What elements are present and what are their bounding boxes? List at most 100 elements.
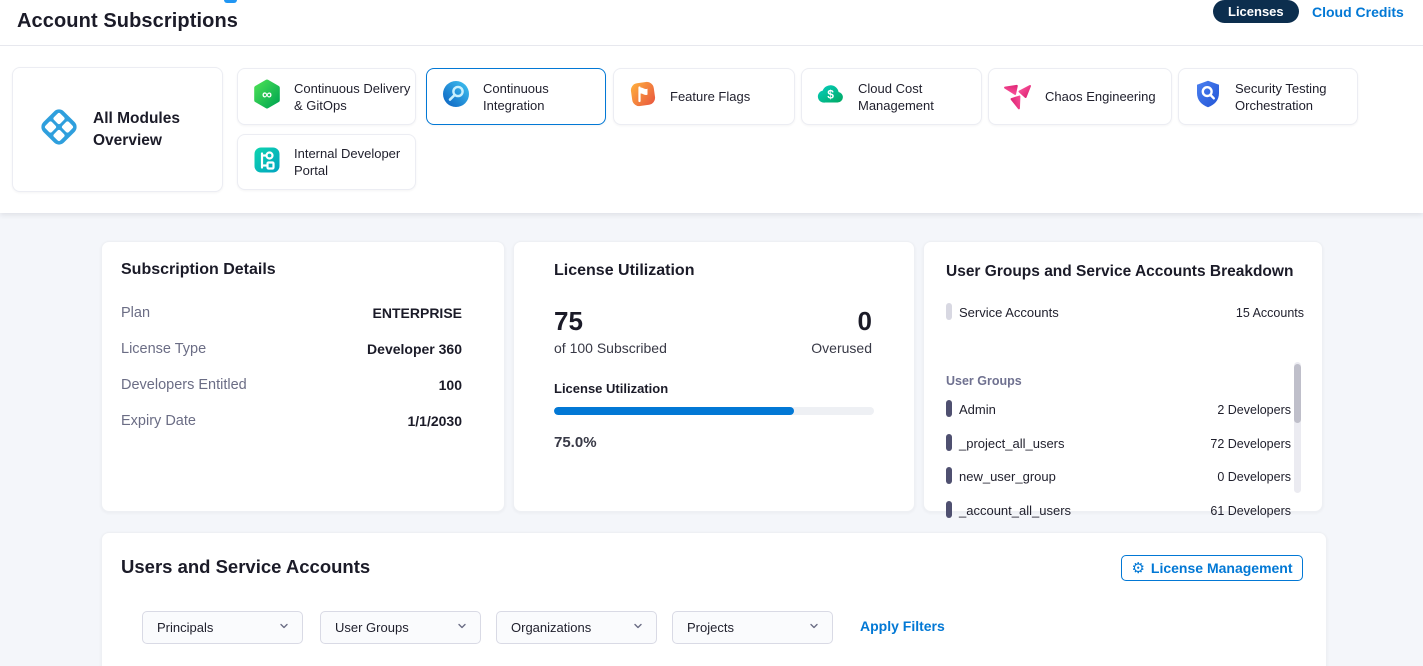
license-utilization-title: License Utilization	[554, 262, 694, 280]
utilization-progress-fill	[554, 407, 794, 415]
row-label: _account_all_users	[959, 503, 1071, 518]
module-card-internal-developer-portal[interactable]: Internal Developer Portal	[237, 134, 416, 190]
user-group-marker	[946, 400, 952, 417]
used-caption: of 100 Subscribed	[554, 340, 667, 356]
user-group-marker	[946, 501, 952, 518]
all-modules-overview-card[interactable]: All Modules Overview	[12, 67, 223, 192]
cloud-credits-link[interactable]: Cloud Credits	[1312, 4, 1404, 20]
service-accounts-row: Service Accounts 15 Accounts	[946, 303, 1306, 321]
module-card-continuous-integration[interactable]: Continuous Integration	[426, 68, 606, 125]
license-management-button[interactable]: ⚙ License Management	[1121, 555, 1303, 581]
licenses-tab-button[interactable]: Licenses	[1213, 0, 1299, 23]
clipped-nav-indicator	[224, 0, 237, 3]
internal-developer-portal-icon	[251, 144, 283, 181]
apply-filters-link[interactable]: Apply Filters	[860, 618, 945, 634]
row-value: ENTERPRISE	[373, 305, 462, 321]
gear-icon: ⚙	[1131, 561, 1144, 576]
row-label: Developers Entitled	[121, 377, 247, 393]
user-groups-dropdown[interactable]: User Groups	[320, 611, 481, 644]
module-card-cloud-cost[interactable]: $ Cloud Cost Management	[801, 68, 982, 125]
module-label: Continuous Delivery & GitOps	[294, 80, 412, 114]
overused-caption: Overused	[811, 340, 872, 356]
utilization-percent: 75.0%	[554, 434, 597, 451]
subscription-row-developers-entitled: Developers Entitled 100	[121, 377, 462, 395]
all-modules-overview-label: All Modules Overview	[93, 108, 193, 152]
principals-dropdown[interactable]: Principals	[142, 611, 303, 644]
row-value: 72 Developers	[1210, 437, 1291, 451]
page-title: Account Subscriptions	[17, 10, 238, 33]
chevron-down-icon	[278, 619, 290, 637]
user-group-marker	[946, 467, 952, 484]
chevron-down-icon	[456, 619, 468, 637]
security-testing-icon	[1192, 78, 1224, 115]
license-management-label: License Management	[1151, 560, 1293, 576]
license-utilization-card: License Utilization 75 of 100 Subscribed…	[513, 241, 915, 512]
feature-flags-icon	[627, 78, 659, 115]
page-header: Account Subscriptions Licenses Cloud Cre…	[0, 0, 1423, 46]
module-card-security-testing[interactable]: Security Testing Orchestration	[1178, 68, 1358, 125]
cd-gitops-icon: ∞	[251, 78, 283, 115]
user-groups-heading: User Groups	[946, 374, 1022, 388]
utilization-progress-bar	[554, 407, 874, 415]
module-label: Cloud Cost Management	[858, 80, 976, 114]
chevron-down-icon	[632, 619, 644, 637]
subscription-row-license-type: License Type Developer 360	[121, 341, 462, 359]
subscription-details-card: Subscription Details Plan ENTERPRISE Lic…	[101, 241, 505, 512]
row-label: Plan	[121, 305, 150, 321]
chaos-engineering-icon	[1002, 78, 1034, 115]
row-label: License Type	[121, 341, 206, 357]
organizations-dropdown[interactable]: Organizations	[496, 611, 657, 644]
scrollbar-thumb[interactable]	[1294, 364, 1301, 423]
module-label: Security Testing Orchestration	[1235, 80, 1353, 114]
used-count: 75	[554, 308, 583, 334]
row-value: 61 Developers	[1210, 504, 1291, 518]
module-card-feature-flags[interactable]: Feature Flags	[613, 68, 795, 125]
row-label: Admin	[959, 402, 996, 417]
user-group-row: _project_all_users 72 Developers	[946, 434, 1291, 452]
module-label: Internal Developer Portal	[294, 145, 412, 179]
user-group-row: _account_all_users 61 Developers	[946, 501, 1291, 519]
row-value: 1/1/2030	[408, 413, 463, 429]
subscription-details-title: Subscription Details	[121, 261, 276, 279]
module-card-chaos-engineering[interactable]: Chaos Engineering	[988, 68, 1172, 125]
user-group-marker	[946, 434, 952, 451]
subscription-row-expiry-date: Expiry Date 1/1/2030	[121, 413, 462, 431]
module-label: Feature Flags	[670, 88, 788, 105]
user-group-row: new_user_group 0 Developers	[946, 467, 1291, 485]
module-card-continuous-delivery[interactable]: ∞ Continuous Delivery & GitOps	[237, 68, 416, 125]
module-selector-band: All Modules Overview ∞ Continuous Delive…	[0, 46, 1423, 213]
projects-dropdown[interactable]: Projects	[672, 611, 833, 644]
row-label: _project_all_users	[959, 436, 1065, 451]
svg-text:∞: ∞	[262, 86, 272, 102]
row-value: Developer 360	[367, 341, 462, 357]
user-group-row: Admin 2 Developers	[946, 400, 1291, 418]
dropdown-label: User Groups	[335, 620, 456, 635]
overused-count: 0	[858, 308, 872, 334]
utilization-bar-label: License Utilization	[554, 381, 668, 396]
row-value: 0 Developers	[1217, 470, 1291, 484]
main-content: Subscription Details Plan ENTERPRISE Lic…	[0, 213, 1423, 666]
row-label: Expiry Date	[121, 413, 196, 429]
service-accounts-marker	[946, 303, 952, 320]
ci-icon	[440, 78, 472, 115]
row-label: Service Accounts	[959, 305, 1059, 320]
svg-text:$: $	[827, 88, 834, 102]
row-value: 100	[439, 377, 462, 393]
row-label: new_user_group	[959, 469, 1056, 484]
subscription-row-plan: Plan ENTERPRISE	[121, 305, 462, 323]
dropdown-label: Principals	[157, 620, 278, 635]
breakdown-title: User Groups and Service Accounts Breakdo…	[946, 263, 1293, 281]
module-label: Chaos Engineering	[1045, 88, 1163, 105]
dropdown-label: Organizations	[511, 620, 632, 635]
users-and-service-accounts-card: Users and Service Accounts ⚙ License Man…	[101, 532, 1327, 666]
user-groups-scrollbar[interactable]	[1294, 362, 1301, 493]
chevron-down-icon	[808, 619, 820, 637]
row-value: 15 Accounts	[1236, 306, 1304, 320]
dropdown-label: Projects	[687, 620, 808, 635]
cloud-cost-icon: $	[815, 78, 847, 115]
account-subscriptions-page: Account Subscriptions Licenses Cloud Cre…	[0, 0, 1423, 666]
row-value: 2 Developers	[1217, 403, 1291, 417]
all-modules-icon	[37, 105, 81, 154]
module-label: Continuous Integration	[483, 80, 601, 114]
breakdown-card: User Groups and Service Accounts Breakdo…	[923, 241, 1323, 512]
